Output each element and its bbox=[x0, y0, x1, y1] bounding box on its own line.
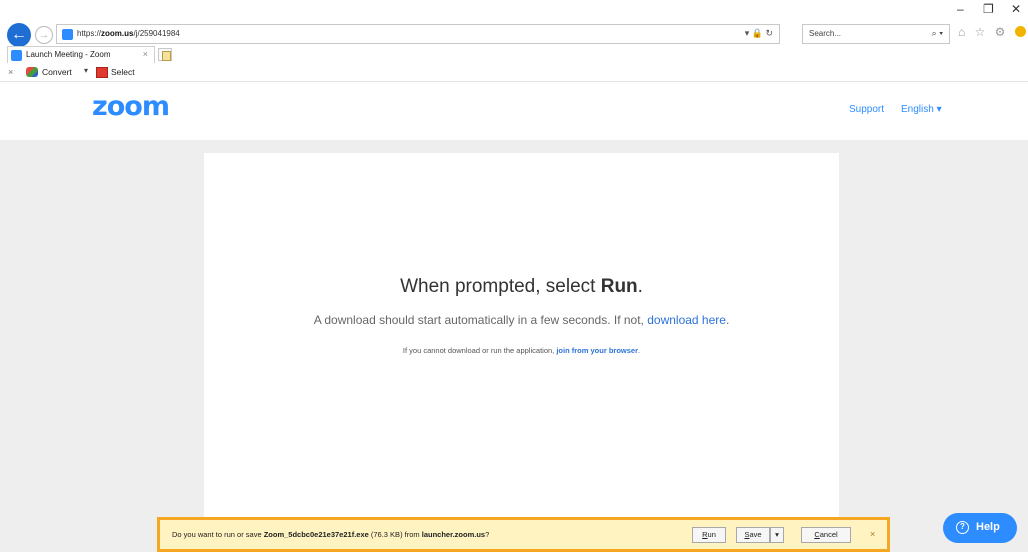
window-close-button[interactable]: ✕ bbox=[1011, 2, 1021, 16]
search-placeholder: Search... bbox=[809, 29, 842, 38]
download-notification-bar: Do you want to run or save Zoom_5dcbc0e2… bbox=[157, 517, 890, 552]
download-message: A download should start automatically in… bbox=[313, 313, 730, 327]
help-label: Help bbox=[976, 521, 1000, 533]
select-button[interactable]: Select bbox=[111, 67, 135, 77]
zoom-header: zoom Support English ▾ bbox=[0, 82, 1028, 140]
convert-dropdown-caret-icon[interactable]: ▾ bbox=[84, 66, 88, 75]
tab-close-button[interactable]: × bbox=[143, 49, 148, 59]
url-text: https://zoom.us/j/259041984 bbox=[77, 29, 180, 38]
convert-icon[interactable] bbox=[26, 67, 38, 77]
navigation-row: ← → https://zoom.us/j/259041984 ▾ 🔒 ↻ Se… bbox=[0, 20, 1028, 47]
tab-launch-meeting[interactable]: Launch Meeting - Zoom × bbox=[7, 46, 155, 63]
command-bar-close-button[interactable]: × bbox=[8, 67, 13, 77]
lock-refresh-icons[interactable]: ▾ 🔒 ↻ bbox=[745, 28, 773, 39]
launch-card: When prompted, select Run. A download sh… bbox=[204, 153, 839, 552]
address-bar[interactable]: https://zoom.us/j/259041984 ▾ 🔒 ↻ bbox=[56, 24, 780, 44]
save-button[interactable]: Save bbox=[736, 527, 770, 543]
back-button[interactable]: ← bbox=[7, 23, 31, 47]
cancel-button[interactable]: Cancel bbox=[801, 527, 851, 543]
run-button[interactable]: Run bbox=[692, 527, 726, 543]
support-link[interactable]: Support bbox=[849, 104, 884, 115]
question-icon: ? bbox=[956, 521, 969, 534]
convert-button[interactable]: Convert bbox=[42, 67, 72, 77]
forward-button[interactable]: → bbox=[35, 26, 53, 44]
restore-button[interactable]: ❐ bbox=[983, 2, 994, 16]
browser-message: If you cannot download or run the applic… bbox=[402, 346, 641, 355]
browser-chrome: ← → https://zoom.us/j/259041984 ▾ 🔒 ↻ Se… bbox=[0, 0, 1028, 90]
select-icon[interactable] bbox=[96, 67, 108, 78]
new-tab-button[interactable] bbox=[158, 48, 172, 61]
home-favorites-settings-icon[interactable]: ⌂ ☆ ⚙ bbox=[958, 25, 1008, 39]
search-input[interactable]: Search... ⌕ ▾ bbox=[802, 24, 950, 44]
zoom-logo[interactable]: zoom bbox=[92, 91, 170, 122]
toolbar-icons[interactable]: ⌂ ☆ ⚙ bbox=[958, 25, 1026, 39]
command-bar: × Convert ▾ Select bbox=[0, 64, 1028, 82]
help-button[interactable]: ? Help bbox=[943, 513, 1017, 543]
feedback-smiley-icon[interactable] bbox=[1014, 26, 1026, 37]
tab-label: Launch Meeting - Zoom bbox=[26, 50, 111, 59]
tab-row: Launch Meeting - Zoom × bbox=[0, 46, 1028, 64]
language-dropdown[interactable]: English ▾ bbox=[901, 104, 942, 115]
notification-close-button[interactable]: × bbox=[870, 529, 875, 539]
search-icon[interactable]: ⌕ ▾ bbox=[932, 28, 943, 39]
download-here-link[interactable]: download here bbox=[647, 313, 726, 327]
minimize-button[interactable]: – bbox=[957, 2, 964, 16]
prompt-heading: When prompted, select Run. bbox=[400, 276, 643, 297]
join-from-browser-link[interactable]: join from your browser bbox=[556, 346, 638, 355]
save-options-dropdown[interactable]: ▾ bbox=[770, 527, 784, 543]
download-prompt-text: Do you want to run or save Zoom_5dcbc0e2… bbox=[172, 530, 490, 539]
zoom-favicon-icon bbox=[62, 29, 73, 40]
zoom-tab-icon bbox=[11, 50, 22, 61]
